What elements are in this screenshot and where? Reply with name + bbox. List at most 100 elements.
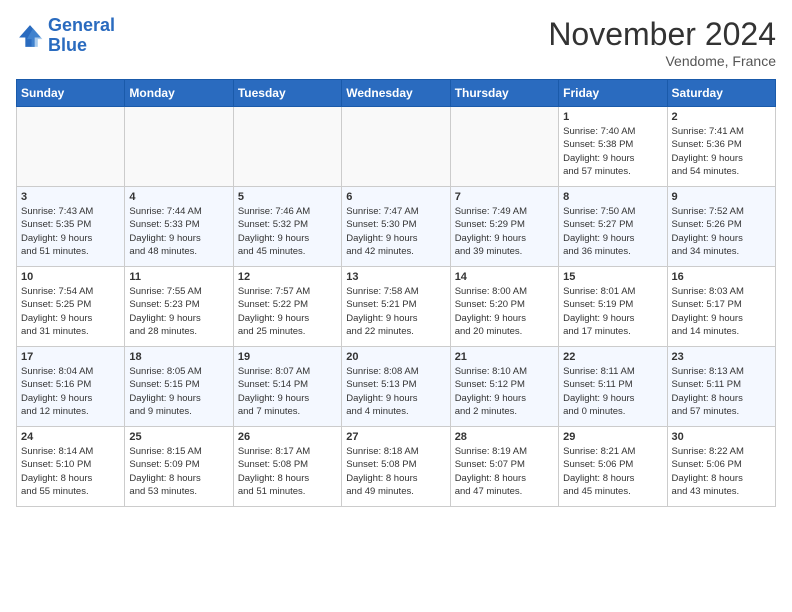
day-cell: 9 Sunrise: 7:52 AM Sunset: 5:26 PM Daylig… (667, 187, 775, 267)
day-info: Sunrise: 8:14 AM Sunset: 5:10 PM Dayligh… (21, 445, 120, 498)
day-cell: 10 Sunrise: 7:54 AM Sunset: 5:25 PM Dayli… (17, 267, 125, 347)
logo: General Blue (16, 16, 115, 56)
day-number: 24 (21, 431, 120, 443)
day-cell: 24 Sunrise: 8:14 AM Sunset: 5:10 PM Dayli… (17, 427, 125, 507)
day-info: Sunrise: 8:03 AM Sunset: 5:17 PM Dayligh… (672, 285, 771, 338)
day-number: 4 (129, 191, 228, 203)
calendar-week-row: 1 Sunrise: 7:40 AM Sunset: 5:38 PM Daylig… (17, 107, 776, 187)
day-info: Sunrise: 7:54 AM Sunset: 5:25 PM Dayligh… (21, 285, 120, 338)
day-info: Sunrise: 7:55 AM Sunset: 5:23 PM Dayligh… (129, 285, 228, 338)
col-header-thursday: Thursday (450, 80, 558, 107)
day-info: Sunrise: 8:17 AM Sunset: 5:08 PM Dayligh… (238, 445, 337, 498)
day-number: 29 (563, 431, 662, 443)
col-header-sunday: Sunday (17, 80, 125, 107)
day-cell: 20 Sunrise: 8:08 AM Sunset: 5:13 PM Dayli… (342, 347, 450, 427)
day-cell: 25 Sunrise: 8:15 AM Sunset: 5:09 PM Dayli… (125, 427, 233, 507)
calendar-week-row: 17 Sunrise: 8:04 AM Sunset: 5:16 PM Dayli… (17, 347, 776, 427)
calendar-week-row: 3 Sunrise: 7:43 AM Sunset: 5:35 PM Daylig… (17, 187, 776, 267)
day-number: 1 (563, 111, 662, 123)
day-number: 6 (346, 191, 445, 203)
day-info: Sunrise: 8:00 AM Sunset: 5:20 PM Dayligh… (455, 285, 554, 338)
day-info: Sunrise: 8:13 AM Sunset: 5:11 PM Dayligh… (672, 365, 771, 418)
empty-cell (17, 107, 125, 187)
month-title: November 2024 (548, 16, 776, 53)
day-cell: 6 Sunrise: 7:47 AM Sunset: 5:30 PM Daylig… (342, 187, 450, 267)
day-cell: 15 Sunrise: 8:01 AM Sunset: 5:19 PM Dayli… (559, 267, 667, 347)
day-number: 7 (455, 191, 554, 203)
day-info: Sunrise: 7:49 AM Sunset: 5:29 PM Dayligh… (455, 205, 554, 258)
day-cell: 22 Sunrise: 8:11 AM Sunset: 5:11 PM Dayli… (559, 347, 667, 427)
day-cell: 13Sunrise: 7:58 AM Sunset: 5:21 PM Dayli… (342, 267, 450, 347)
day-info: Sunrise: 7:46 AM Sunset: 5:32 PM Dayligh… (238, 205, 337, 258)
day-number: 21 (455, 351, 554, 363)
empty-cell (233, 107, 341, 187)
day-cell: 29 Sunrise: 8:21 AM Sunset: 5:06 PM Dayli… (559, 427, 667, 507)
day-cell: 30Sunrise: 8:22 AM Sunset: 5:06 PM Dayli… (667, 427, 775, 507)
empty-cell (125, 107, 233, 187)
day-info: Sunrise: 8:10 AM Sunset: 5:12 PM Dayligh… (455, 365, 554, 418)
day-number: 23 (672, 351, 771, 363)
day-number: 12 (238, 271, 337, 283)
day-info: Sunrise: 7:47 AM Sunset: 5:30 PM Dayligh… (346, 205, 445, 258)
day-cell: 8 Sunrise: 7:50 AM Sunset: 5:27 PM Daylig… (559, 187, 667, 267)
calendar-week-row: 24 Sunrise: 8:14 AM Sunset: 5:10 PM Dayli… (17, 427, 776, 507)
day-cell: 1 Sunrise: 7:40 AM Sunset: 5:38 PM Daylig… (559, 107, 667, 187)
day-info: Sunrise: 7:52 AM Sunset: 5:26 PM Dayligh… (672, 205, 771, 258)
day-cell: 5Sunrise: 7:46 AM Sunset: 5:32 PM Daylig… (233, 187, 341, 267)
day-cell: 16 Sunrise: 8:03 AM Sunset: 5:17 PM Dayli… (667, 267, 775, 347)
day-cell: 17 Sunrise: 8:04 AM Sunset: 5:16 PM Dayli… (17, 347, 125, 427)
day-number: 17 (21, 351, 120, 363)
col-header-tuesday: Tuesday (233, 80, 341, 107)
day-number: 20 (346, 351, 445, 363)
day-info: Sunrise: 7:40 AM Sunset: 5:38 PM Dayligh… (563, 125, 662, 178)
day-number: 27 (346, 431, 445, 443)
day-cell: 12 Sunrise: 7:57 AM Sunset: 5:22 PM Dayli… (233, 267, 341, 347)
day-info: Sunrise: 8:11 AM Sunset: 5:11 PM Dayligh… (563, 365, 662, 418)
day-cell: 21 Sunrise: 8:10 AM Sunset: 5:12 PM Dayli… (450, 347, 558, 427)
calendar-week-row: 10 Sunrise: 7:54 AM Sunset: 5:25 PM Dayli… (17, 267, 776, 347)
day-number: 9 (672, 191, 771, 203)
day-number: 8 (563, 191, 662, 203)
empty-cell (450, 107, 558, 187)
day-cell: 28 Sunrise: 8:19 AM Sunset: 5:07 PM Dayli… (450, 427, 558, 507)
day-info: Sunrise: 8:18 AM Sunset: 5:08 PM Dayligh… (346, 445, 445, 498)
col-header-friday: Friday (559, 80, 667, 107)
title-block: November 2024 Vendome, France (548, 16, 776, 69)
day-cell: 14Sunrise: 8:00 AM Sunset: 5:20 PM Dayli… (450, 267, 558, 347)
day-number: 18 (129, 351, 228, 363)
day-number: 15 (563, 271, 662, 283)
day-number: 30 (672, 431, 771, 443)
logo-text: General Blue (48, 16, 115, 56)
day-info: Sunrise: 7:50 AM Sunset: 5:27 PM Dayligh… (563, 205, 662, 258)
calendar-header-row: SundayMondayTuesdayWednesdayThursdayFrid… (17, 80, 776, 107)
day-number: 11 (129, 271, 228, 283)
calendar-table: SundayMondayTuesdayWednesdayThursdayFrid… (16, 79, 776, 507)
day-number: 10 (21, 271, 120, 283)
day-cell: 19Sunrise: 8:07 AM Sunset: 5:14 PM Dayli… (233, 347, 341, 427)
day-info: Sunrise: 8:08 AM Sunset: 5:13 PM Dayligh… (346, 365, 445, 418)
day-cell: 11 Sunrise: 7:55 AM Sunset: 5:23 PM Dayli… (125, 267, 233, 347)
empty-cell (342, 107, 450, 187)
day-info: Sunrise: 7:44 AM Sunset: 5:33 PM Dayligh… (129, 205, 228, 258)
day-info: Sunrise: 8:05 AM Sunset: 5:15 PM Dayligh… (129, 365, 228, 418)
day-info: Sunrise: 8:19 AM Sunset: 5:07 PM Dayligh… (455, 445, 554, 498)
day-number: 28 (455, 431, 554, 443)
page-header: General Blue November 2024 Vendome, Fran… (16, 16, 776, 69)
day-number: 3 (21, 191, 120, 203)
location: Vendome, France (548, 53, 776, 69)
day-info: Sunrise: 8:04 AM Sunset: 5:16 PM Dayligh… (21, 365, 120, 418)
day-info: Sunrise: 8:15 AM Sunset: 5:09 PM Dayligh… (129, 445, 228, 498)
day-number: 19 (238, 351, 337, 363)
day-info: Sunrise: 8:21 AM Sunset: 5:06 PM Dayligh… (563, 445, 662, 498)
col-header-saturday: Saturday (667, 80, 775, 107)
day-info: Sunrise: 7:57 AM Sunset: 5:22 PM Dayligh… (238, 285, 337, 338)
day-number: 16 (672, 271, 771, 283)
day-info: Sunrise: 8:01 AM Sunset: 5:19 PM Dayligh… (563, 285, 662, 338)
day-number: 2 (672, 111, 771, 123)
day-info: Sunrise: 7:43 AM Sunset: 5:35 PM Dayligh… (21, 205, 120, 258)
day-cell: 4 Sunrise: 7:44 AM Sunset: 5:33 PM Daylig… (125, 187, 233, 267)
day-cell: 27 Sunrise: 8:18 AM Sunset: 5:08 PM Dayli… (342, 427, 450, 507)
day-number: 25 (129, 431, 228, 443)
day-number: 22 (563, 351, 662, 363)
day-cell: 7 Sunrise: 7:49 AM Sunset: 5:29 PM Daylig… (450, 187, 558, 267)
